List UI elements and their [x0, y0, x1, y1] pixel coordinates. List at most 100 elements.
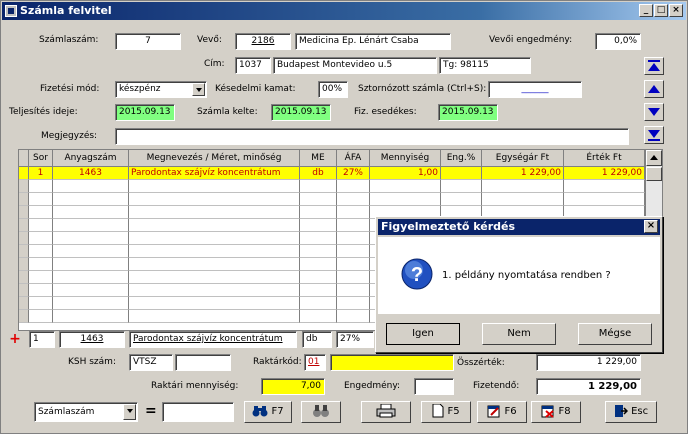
cell-megnevezes[interactable]: Parodontax szájvíz koncentrátum: [129, 167, 300, 180]
empty-cell[interactable]: [337, 297, 370, 310]
empty-cell[interactable]: [29, 297, 53, 310]
col-header-egysegar[interactable]: Egységár Ft: [482, 150, 564, 167]
empty-cell[interactable]: [300, 232, 337, 245]
empty-cell[interactable]: [564, 193, 645, 206]
empty-cell[interactable]: [337, 232, 370, 245]
empty-cell[interactable]: [19, 245, 29, 258]
cell-eng[interactable]: [441, 167, 482, 180]
empty-cell[interactable]: [129, 271, 300, 284]
empty-cell[interactable]: [564, 180, 645, 193]
empty-cell[interactable]: [370, 180, 441, 193]
cell-afa[interactable]: 27%: [337, 167, 370, 180]
empty-cell[interactable]: [29, 180, 53, 193]
empty-cell[interactable]: [19, 297, 29, 310]
empty-cell[interactable]: [370, 193, 441, 206]
prev-record-button[interactable]: [644, 80, 664, 98]
ksh-field[interactable]: [175, 354, 231, 371]
empty-cell[interactable]: [19, 219, 29, 232]
tel-field[interactable]: Tg: 98115: [439, 57, 531, 74]
close-button[interactable]: ×: [669, 4, 683, 17]
empty-cell[interactable]: [53, 271, 129, 284]
empty-cell[interactable]: [129, 310, 300, 323]
empty-cell[interactable]: [482, 193, 564, 206]
edit-sor-field[interactable]: 1: [29, 331, 55, 348]
engedmeny-field[interactable]: [414, 378, 454, 395]
empty-cell[interactable]: [337, 193, 370, 206]
empty-cell[interactable]: [129, 284, 300, 297]
delete-f8-button[interactable]: F8: [531, 401, 581, 423]
empty-cell[interactable]: [19, 180, 29, 193]
empty-cell[interactable]: [29, 258, 53, 271]
ksh-type-field[interactable]: VTSZ: [129, 354, 173, 371]
chevron-down-icon[interactable]: [192, 83, 205, 96]
empty-cell[interactable]: [129, 206, 300, 219]
minimize-button[interactable]: _: [639, 4, 653, 17]
empty-cell[interactable]: [29, 219, 53, 232]
empty-cell[interactable]: [29, 206, 53, 219]
fiz-esedekes-field[interactable]: 2015.09.13: [438, 104, 498, 121]
empty-cell[interactable]: [19, 232, 29, 245]
add-row-icon[interactable]: +: [8, 332, 22, 346]
empty-cell[interactable]: [53, 219, 129, 232]
scroll-up-button[interactable]: [646, 150, 662, 166]
new-f5-button[interactable]: F5: [421, 401, 471, 423]
edit-afa-field[interactable]: 27%: [336, 331, 374, 348]
empty-cell[interactable]: [300, 284, 337, 297]
empty-cell[interactable]: [300, 245, 337, 258]
cell-ertek[interactable]: 1 229,00: [564, 167, 645, 180]
empty-cell[interactable]: [300, 193, 337, 206]
empty-cell[interactable]: [300, 180, 337, 193]
empty-cell[interactable]: [337, 271, 370, 284]
empty-cell[interactable]: [53, 245, 129, 258]
find-f7-button[interactable]: F7: [244, 401, 292, 423]
scroll-thumb[interactable]: [646, 167, 662, 181]
szamlaszam-field[interactable]: 7: [115, 33, 181, 50]
cell-me[interactable]: db: [300, 167, 337, 180]
empty-cell[interactable]: [29, 271, 53, 284]
edit-me-field[interactable]: db: [302, 331, 332, 348]
sztornozott-field[interactable]: ______: [488, 81, 582, 98]
empty-cell[interactable]: [53, 180, 129, 193]
col-header-anyagszam[interactable]: Anyagszám: [53, 150, 129, 167]
empty-cell[interactable]: [337, 258, 370, 271]
vevo-code-field[interactable]: 2186: [235, 33, 291, 50]
col-header-ertek[interactable]: Érték Ft: [564, 150, 645, 167]
empty-cell[interactable]: [300, 271, 337, 284]
teljesites-field[interactable]: 2015.09.13: [115, 104, 175, 121]
empty-cell[interactable]: [129, 193, 300, 206]
empty-cell[interactable]: [53, 258, 129, 271]
szamla-kelte-field[interactable]: 2015.09.13: [271, 104, 331, 121]
search-button[interactable]: [301, 401, 341, 423]
fizetesi-mod-select[interactable]: készpénz: [115, 81, 207, 98]
chevron-down-icon[interactable]: [123, 404, 136, 420]
empty-cell[interactable]: [337, 219, 370, 232]
col-header-me[interactable]: ME: [300, 150, 337, 167]
empty-cell[interactable]: [53, 193, 129, 206]
empty-cell[interactable]: [300, 297, 337, 310]
cim-field[interactable]: Budapest Montevideo u.5: [273, 57, 437, 74]
col-header-eng[interactable]: Eng.%: [441, 150, 482, 167]
empty-cell[interactable]: [29, 193, 53, 206]
cell-anyagszam[interactable]: 1463: [53, 167, 129, 180]
col-header-mennyiseg[interactable]: Mennyiség: [370, 150, 441, 167]
empty-cell[interactable]: [129, 245, 300, 258]
empty-cell[interactable]: [19, 310, 29, 323]
empty-cell[interactable]: [337, 245, 370, 258]
cell-sor[interactable]: 1: [29, 167, 53, 180]
empty-cell[interactable]: [441, 180, 482, 193]
empty-cell[interactable]: [441, 193, 482, 206]
edit-anyagszam-field[interactable]: 1463: [59, 331, 125, 348]
maximize-button[interactable]: □: [654, 4, 668, 17]
empty-cell[interactable]: [19, 206, 29, 219]
edit-megnevezes-field[interactable]: Parodontax szájvíz koncentrátum: [129, 331, 297, 348]
empty-cell[interactable]: [300, 219, 337, 232]
col-header-afa[interactable]: ÁFA: [337, 150, 370, 167]
dialog-close-button[interactable]: ×: [644, 220, 658, 233]
cell-egysegar[interactable]: 1 229,00: [482, 167, 564, 180]
empty-cell[interactable]: [53, 297, 129, 310]
yes-button[interactable]: Igen: [386, 323, 460, 345]
empty-cell[interactable]: [337, 310, 370, 323]
empty-cell[interactable]: [53, 232, 129, 245]
empty-cell[interactable]: [53, 310, 129, 323]
irsz-field[interactable]: 1037: [235, 57, 271, 74]
